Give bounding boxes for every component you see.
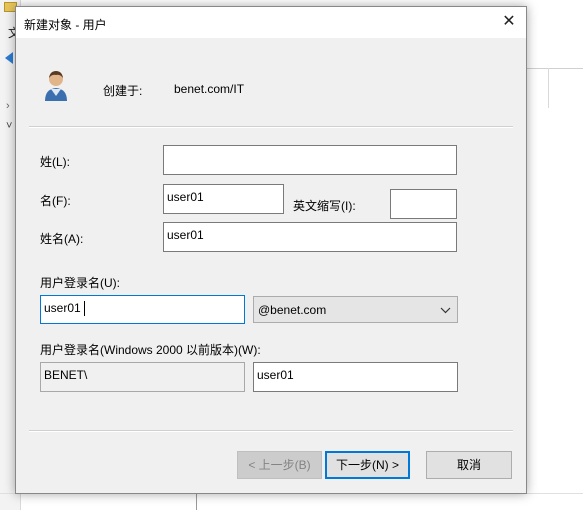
- close-button[interactable]: ✕: [494, 8, 524, 36]
- initials-label: 英文缩写(I):: [293, 199, 356, 213]
- upn-suffix-value: @benet.com: [258, 303, 327, 317]
- chevron-down-icon[interactable]: ˅: [6, 120, 12, 132]
- pre2000-domain-field: BENET\: [40, 362, 245, 392]
- dialog-title: 新建对象 - 用户: [24, 18, 107, 32]
- logon-name-label: 用户登录名(U):: [40, 276, 120, 290]
- logon-name-field[interactable]: user01: [40, 295, 245, 324]
- user-icon: [45, 71, 67, 101]
- first-name-field[interactable]: user01: [163, 184, 284, 214]
- first-name-label: 名(F):: [40, 194, 71, 208]
- separator: [29, 430, 513, 432]
- last-name-label: 姓(L):: [40, 155, 71, 169]
- chevron-down-icon: [440, 307, 451, 314]
- dialog-titlebar[interactable]: 新建对象 - 用户 ✕: [16, 7, 526, 38]
- background-divider: [526, 68, 583, 69]
- created-in-label: 创建于:: [103, 84, 143, 98]
- text-cursor: [84, 301, 85, 316]
- back-button[interactable]: < 上一步(B): [237, 451, 322, 479]
- back-arrow-icon[interactable]: [5, 52, 13, 64]
- initials-field[interactable]: [390, 189, 457, 219]
- pre2000-logon-field[interactable]: user01: [253, 362, 458, 392]
- close-icon: ✕: [502, 13, 516, 30]
- created-in-value: benet.com/IT: [174, 82, 245, 96]
- last-name-field[interactable]: [163, 145, 457, 175]
- separator: [29, 126, 513, 128]
- cancel-button[interactable]: 取消: [426, 451, 512, 479]
- full-name-label: 姓名(A):: [40, 232, 84, 246]
- new-user-dialog: 新建对象 - 用户 ✕ 创建于: benet.com/IT 姓(L): 名(F)…: [15, 6, 527, 494]
- background-right-pane: [526, 0, 583, 510]
- background-column-divider: [548, 68, 549, 108]
- next-button[interactable]: 下一步(N) >: [325, 451, 410, 479]
- full-name-field[interactable]: user01: [163, 222, 457, 252]
- background-pane-splitter[interactable]: [196, 493, 197, 510]
- chevron-right-icon[interactable]: ›: [6, 100, 10, 112]
- pre2000-logon-label: 用户登录名(Windows 2000 以前版本)(W):: [40, 343, 261, 357]
- upn-suffix-dropdown[interactable]: @benet.com: [253, 296, 458, 323]
